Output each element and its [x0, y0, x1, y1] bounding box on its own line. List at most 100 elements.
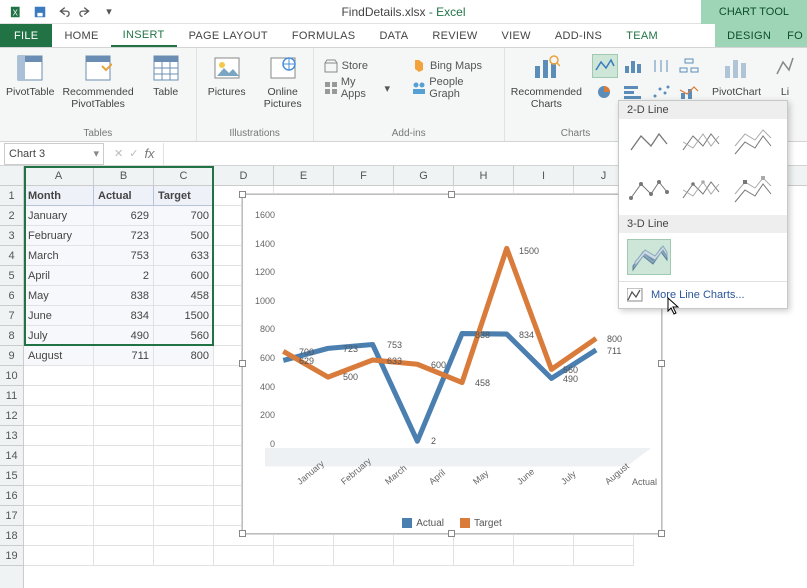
save-icon[interactable]: [29, 2, 51, 22]
cell[interactable]: 753: [94, 246, 154, 266]
cell[interactable]: [514, 546, 574, 566]
name-box[interactable]: Chart 3▾: [4, 143, 104, 165]
cell[interactable]: Target: [154, 186, 214, 206]
cell[interactable]: 723: [94, 226, 154, 246]
cell[interactable]: Month: [24, 186, 94, 206]
tab-team[interactable]: TEAM: [614, 24, 670, 47]
row-header-12[interactable]: 12: [0, 406, 23, 426]
cell[interactable]: [94, 466, 154, 486]
recommended-charts-button[interactable]: Recommended Charts: [511, 52, 582, 110]
cell[interactable]: Actual: [94, 186, 154, 206]
line-chart-option-6[interactable]: [731, 173, 775, 209]
cell[interactable]: [94, 526, 154, 546]
insert-line-chart-button[interactable]: [592, 54, 618, 78]
cell[interactable]: April: [24, 266, 94, 286]
row-header-2[interactable]: 2: [0, 206, 23, 226]
cell[interactable]: 629: [94, 206, 154, 226]
cell[interactable]: [94, 406, 154, 426]
insert-column-chart-button[interactable]: [620, 54, 646, 78]
column-header-A[interactable]: A: [24, 166, 94, 185]
fx-icon[interactable]: fx: [144, 146, 154, 161]
column-header-F[interactable]: F: [334, 166, 394, 185]
cell[interactable]: [214, 546, 274, 566]
cell[interactable]: 700: [154, 206, 214, 226]
chart-plot-area[interactable]: 6297237532838834490711700500633600458150…: [265, 205, 651, 473]
chart-legend[interactable]: Actual Target: [243, 518, 661, 529]
cell[interactable]: [24, 486, 94, 506]
row-header-17[interactable]: 17: [0, 506, 23, 526]
row-header-11[interactable]: 11: [0, 386, 23, 406]
cell[interactable]: [24, 466, 94, 486]
cell[interactable]: 1500: [154, 306, 214, 326]
qat-dropdown-icon[interactable]: ▾: [98, 2, 120, 22]
pictures-button[interactable]: Pictures: [203, 52, 251, 110]
table-button[interactable]: Table: [142, 52, 190, 110]
myapps-button[interactable]: My Apps ▾: [320, 78, 394, 98]
column-header-I[interactable]: I: [514, 166, 574, 185]
cell[interactable]: [24, 526, 94, 546]
cell[interactable]: [154, 506, 214, 526]
row-header-15[interactable]: 15: [0, 466, 23, 486]
enter-icon[interactable]: ✓: [129, 147, 138, 160]
pivottable-button[interactable]: PivotTable: [6, 52, 54, 110]
column-header-E[interactable]: E: [274, 166, 334, 185]
cell[interactable]: 834: [94, 306, 154, 326]
cell[interactable]: 800: [154, 346, 214, 366]
cell[interactable]: [154, 526, 214, 546]
row-header-4[interactable]: 4: [0, 246, 23, 266]
3d-line-chart-option[interactable]: [627, 239, 671, 275]
cell[interactable]: 560: [154, 326, 214, 346]
cell[interactable]: [154, 426, 214, 446]
undo-icon[interactable]: [52, 2, 74, 22]
cell[interactable]: March: [24, 246, 94, 266]
cell[interactable]: [154, 386, 214, 406]
cell[interactable]: [274, 546, 334, 566]
row-header-5[interactable]: 5: [0, 266, 23, 286]
cell[interactable]: [94, 486, 154, 506]
cell[interactable]: [24, 426, 94, 446]
column-header-D[interactable]: D: [214, 166, 274, 185]
cell[interactable]: [454, 546, 514, 566]
redo-icon[interactable]: [75, 2, 97, 22]
cell[interactable]: [94, 546, 154, 566]
tab-file[interactable]: FILE: [0, 24, 52, 47]
insert-stock-chart-button[interactable]: [648, 54, 674, 78]
row-header-13[interactable]: 13: [0, 426, 23, 446]
cell[interactable]: [24, 506, 94, 526]
line-chart-option-5[interactable]: [679, 173, 723, 209]
row-header-16[interactable]: 16: [0, 486, 23, 506]
row-header-7[interactable]: 7: [0, 306, 23, 326]
row-header-8[interactable]: 8: [0, 326, 23, 346]
row-header-6[interactable]: 6: [0, 286, 23, 306]
tab-addins[interactable]: ADD-INS: [543, 24, 614, 47]
cell[interactable]: [154, 366, 214, 386]
tab-view[interactable]: VIEW: [490, 24, 543, 47]
select-all-corner[interactable]: [0, 166, 23, 186]
cell[interactable]: 458: [154, 286, 214, 306]
row-header-19[interactable]: 19: [0, 546, 23, 566]
row-header-9[interactable]: 9: [0, 346, 23, 366]
legend-target[interactable]: Target: [460, 518, 502, 529]
row-header-14[interactable]: 14: [0, 446, 23, 466]
tab-page-layout[interactable]: PAGE LAYOUT: [177, 24, 280, 47]
cell[interactable]: [154, 486, 214, 506]
line-chart-option-1[interactable]: [627, 125, 671, 161]
cell[interactable]: [394, 546, 454, 566]
tab-home[interactable]: HOME: [52, 24, 110, 47]
recommended-pivottables-button[interactable]: Recommended PivotTables: [62, 52, 133, 110]
column-header-B[interactable]: B: [94, 166, 154, 185]
excel-icon[interactable]: X: [6, 2, 28, 22]
cell[interactable]: February: [24, 226, 94, 246]
cell[interactable]: [154, 546, 214, 566]
more-line-charts-link[interactable]: More Line Charts...: [619, 281, 787, 308]
tab-insert[interactable]: INSERT: [111, 24, 177, 47]
row-header-18[interactable]: 18: [0, 526, 23, 546]
tab-design[interactable]: DESIGN: [715, 24, 783, 47]
cell[interactable]: [94, 386, 154, 406]
cell[interactable]: June: [24, 306, 94, 326]
cell[interactable]: 633: [154, 246, 214, 266]
cell[interactable]: [94, 506, 154, 526]
cell[interactable]: [154, 446, 214, 466]
tab-data[interactable]: DATA: [367, 24, 420, 47]
cell[interactable]: [94, 446, 154, 466]
